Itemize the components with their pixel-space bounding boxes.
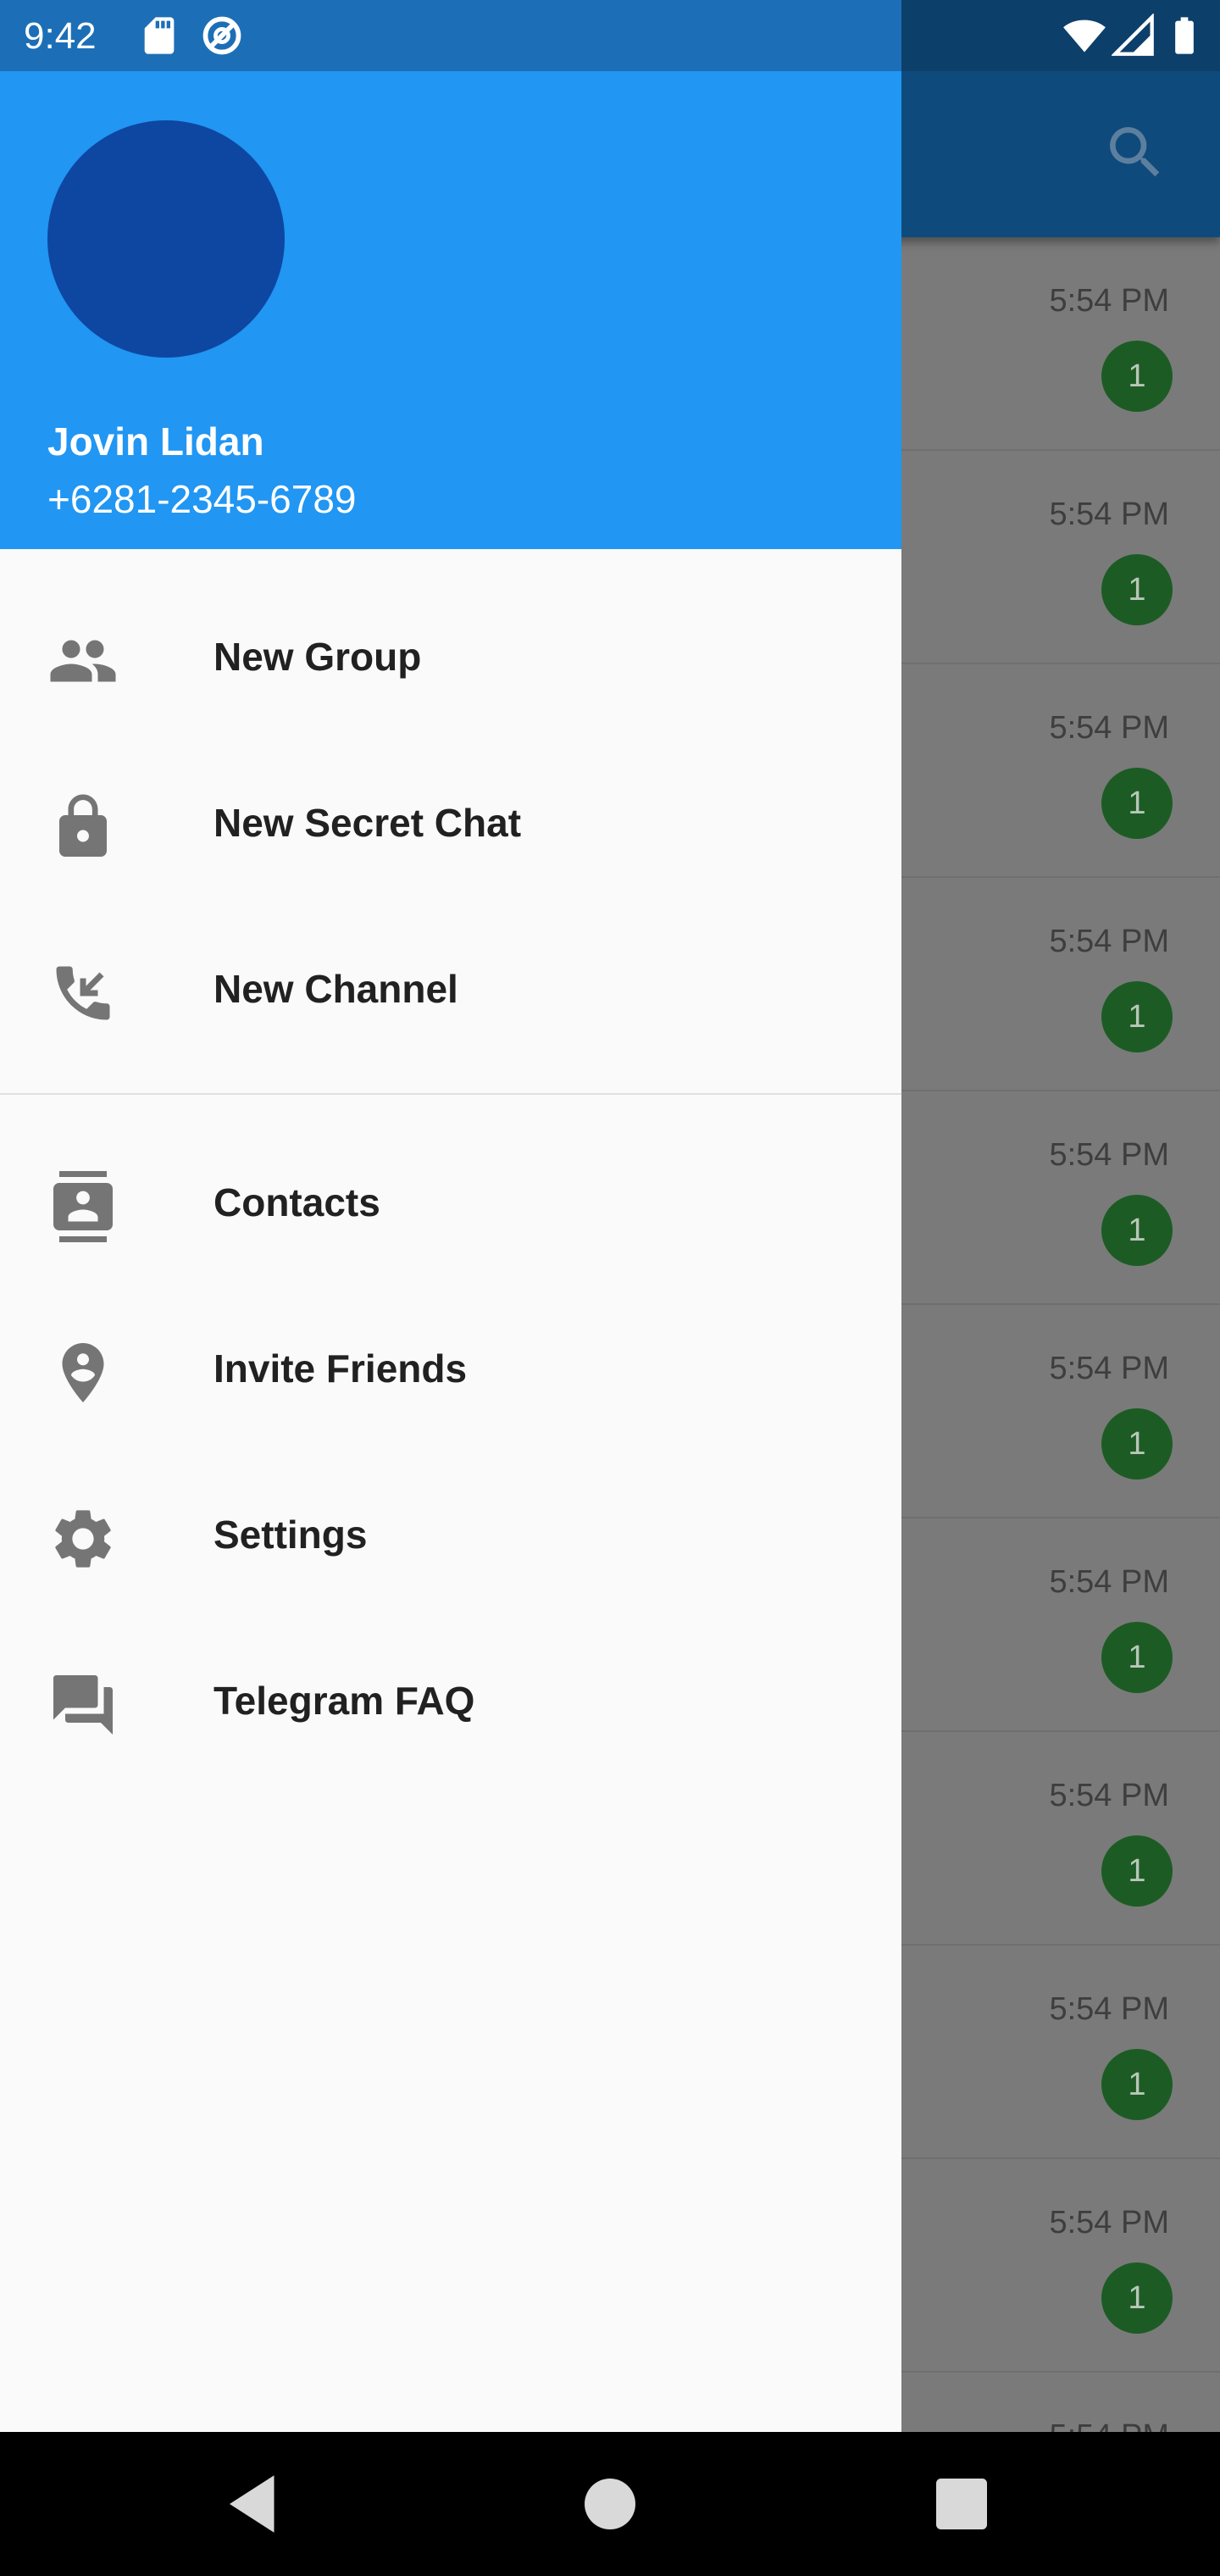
back-icon[interactable]	[217, 2466, 293, 2542]
home-icon[interactable]	[572, 2466, 648, 2542]
menu-label: Invite Friends	[214, 1346, 468, 1391]
unread-badge: 1	[1101, 554, 1173, 625]
drawer-header: Jovin Lidan +6281-2345-6789	[0, 0, 901, 549]
cell-signal-icon	[1112, 14, 1154, 56]
menu-item-new-secret-chat[interactable]: New Secret Chat	[0, 739, 901, 905]
avatar[interactable]	[47, 120, 285, 358]
navigation-drawer: Jovin Lidan +6281-2345-6789 New Group Ne…	[0, 0, 901, 2432]
chat-time: 5:54 PM	[1049, 2205, 1169, 2240]
forum-icon	[53, 1675, 113, 1735]
menu-item-telegram-faq[interactable]: Telegram FAQ	[0, 1617, 901, 1783]
contacts-icon	[53, 1171, 113, 1242]
user-name: Jovin Lidan	[47, 419, 264, 464]
menu-label: New Secret Chat	[214, 801, 522, 845]
wifi-icon	[1063, 19, 1106, 53]
menu-label: Contacts	[214, 1180, 380, 1224]
unread-badge: 1	[1101, 2049, 1173, 2120]
data-saver-icon	[202, 16, 241, 55]
unread-badge: 1	[1101, 2262, 1173, 2334]
phone-incoming-icon	[56, 966, 110, 1020]
unread-badge: 1	[1101, 341, 1173, 412]
search-icon[interactable]	[1101, 119, 1169, 186]
chat-time: 5:54 PM	[1049, 710, 1169, 746]
menu-label: New Group	[214, 635, 422, 679]
chat-time: 5:54 PM	[1049, 1778, 1169, 1813]
chat-time: 5:54 PM	[1049, 924, 1169, 959]
menu-label: Settings	[214, 1513, 368, 1557]
chat-time: 5:54 PM	[1049, 2418, 1169, 2432]
chat-time: 5:54 PM	[1049, 1137, 1169, 1173]
chat-time: 5:54 PM	[1049, 283, 1169, 319]
chat-time: 5:54 PM	[1049, 1564, 1169, 1600]
unread-badge: 1	[1101, 1622, 1173, 1693]
gear-icon	[55, 1510, 111, 1568]
menu-item-settings[interactable]: Settings	[0, 1451, 901, 1617]
recents-icon[interactable]	[923, 2466, 1000, 2542]
menu-item-contacts[interactable]: Contacts	[0, 1119, 901, 1285]
chat-time: 5:54 PM	[1049, 497, 1169, 532]
status-time: 9:42	[24, 15, 97, 57]
menu-label: Telegram FAQ	[214, 1679, 475, 1723]
menu-item-new-channel[interactable]: New Channel	[0, 905, 901, 1071]
lock-icon	[59, 794, 107, 857]
unread-badge: 1	[1101, 1408, 1173, 1480]
unread-badge: 1	[1101, 768, 1173, 839]
sd-card-icon	[144, 17, 175, 54]
group-icon	[50, 640, 116, 682]
menu-item-new-group[interactable]: New Group	[0, 573, 901, 739]
menu-item-invite-friends[interactable]: Invite Friends	[0, 1285, 901, 1451]
system-nav-bar	[0, 2432, 1220, 2576]
chat-time: 5:54 PM	[1049, 1991, 1169, 2027]
battery-icon	[1175, 17, 1194, 54]
person-pin-icon	[62, 1343, 104, 1402]
unread-badge: 1	[1101, 981, 1173, 1052]
menu-divider	[0, 1093, 901, 1095]
unread-badge: 1	[1101, 1835, 1173, 1907]
unread-badge: 1	[1101, 1195, 1173, 1266]
menu-label: New Channel	[214, 967, 458, 1011]
user-phone: +6281-2345-6789	[47, 477, 357, 521]
chat-time: 5:54 PM	[1049, 1351, 1169, 1386]
status-bar: 9:42	[0, 0, 1220, 71]
